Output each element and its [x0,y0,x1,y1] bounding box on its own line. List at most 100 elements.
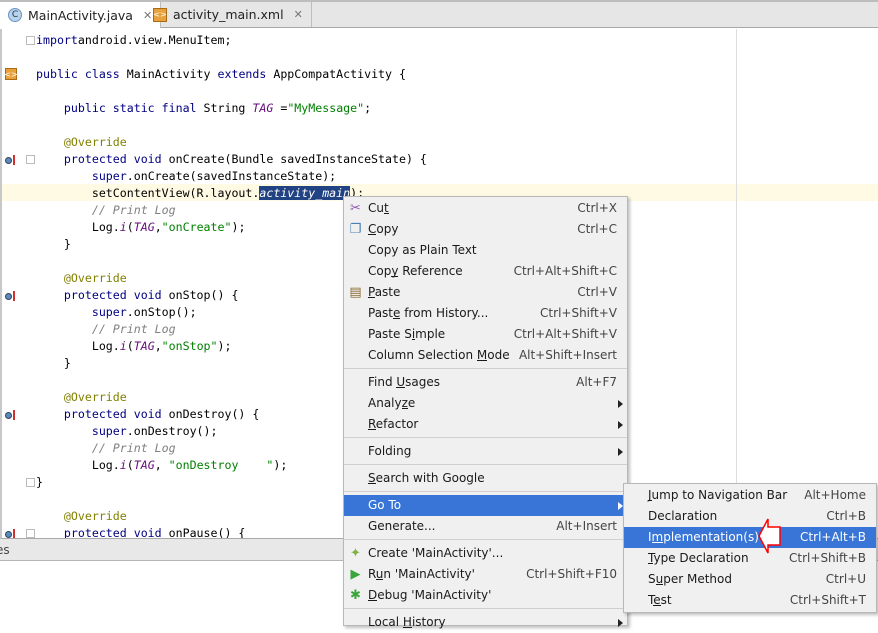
code-token: ( [126,220,134,234]
code-line[interactable]: } [36,236,71,253]
menu-item-search-with-google[interactable]: Search with Google [344,468,627,489]
code-line[interactable]: Log.i(TAG,"onCreate"); [36,219,246,236]
override-method-icon[interactable] [5,529,19,538]
fold-toggle-icon[interactable] [26,478,35,487]
code-token: android.view.MenuItem; [77,33,232,47]
code-line[interactable]: @Override [36,508,127,525]
menu-item-label: Run 'MainActivity' [368,567,475,581]
menu-item-column-selection-mode[interactable]: Column Selection Mode Alt+Shift+Insert [344,345,627,366]
code-line[interactable]: // Print Log [36,202,176,219]
fold-toggle-icon[interactable] [26,36,35,45]
menu-item-jump-to-navigation-bar[interactable]: Jump to Navigation Bar Alt+Home [624,485,876,506]
menu-item-shortcut: Ctrl+Shift+V [540,306,617,320]
menu-item-create-mainactivity[interactable]: ✦ Create 'MainActivity'... [344,543,627,564]
menu-item-debug-mainactivity[interactable]: ✱ Debug 'MainActivity' [344,585,627,606]
menu-item-paste-simple[interactable]: Paste Simple Ctrl+Alt+Shift+V [344,324,627,345]
code-line[interactable]: // Print Log [36,321,176,338]
code-token: "MyMessage" [287,101,365,115]
override-method-icon[interactable] [5,291,19,301]
layout-file-icon[interactable]: <> [4,68,18,80]
tool-window-label[interactable]: es [0,543,10,557]
menu-item-cut[interactable]: ✂ Cut Ctrl+X [344,198,627,219]
menu-item-generate[interactable]: Generate... Alt+Insert [344,516,627,537]
menu-item-shortcut: Alt+Home [804,488,866,502]
code-token: "onCreate" [161,220,232,234]
menu-item-super-method[interactable]: Super Method Ctrl+U [624,569,876,590]
code-token: onCreate(Bundle savedInstanceState) { [168,152,427,166]
code-line[interactable]: super.onCreate(savedInstanceState); [36,168,336,185]
menu-item-copy[interactable]: ❐ Copy Ctrl+C [344,219,627,240]
override-method-icon[interactable] [5,155,19,165]
menu-item-copy-reference[interactable]: Copy Reference Ctrl+Alt+Shift+C [344,261,627,282]
code-line[interactable]: super.onStop(); [36,304,197,321]
fold-toggle-icon[interactable] [26,529,35,538]
code-token: } [36,475,43,489]
menu-item-declaration[interactable]: Declaration Ctrl+B [624,506,876,527]
menu-item-label: Debug 'MainActivity' [368,588,492,602]
copy-icon: ❐ [349,222,362,237]
menu-item-label: Test [648,593,672,607]
code-line[interactable]: importandroid.view.MenuItem; [36,32,231,49]
menu-item-label: Column Selection Mode [368,348,510,362]
code-token: ); [217,339,232,353]
submenu-arrow-icon [618,400,623,408]
code-line[interactable]: } [36,474,43,491]
code-line[interactable]: @Override [36,134,127,151]
code-line[interactable]: } [36,355,71,372]
menu-item-shortcut: Ctrl+U [825,572,866,586]
submenu-arrow-icon [618,421,623,429]
code-line[interactable]: protected void onStop() { [36,287,239,304]
menu-item-label: Go To [368,498,402,512]
close-icon[interactable]: ✕ [294,8,303,21]
code-line[interactable]: protected void onCreate(Bundle savedInst… [36,151,427,168]
code-token: onDestroy() { [168,407,260,421]
code-line[interactable]: setContentView(R.layout.activity_main); [36,185,364,202]
menu-item-type-declaration[interactable]: Type Declaration Ctrl+Shift+B [624,548,876,569]
menu-item-run-mainactivity[interactable]: ▶ Run 'MainActivity' Ctrl+Shift+F10 [344,564,627,585]
code-line[interactable]: protected void onPause() { [36,525,245,538]
menu-item-find-usages[interactable]: Find Usages Alt+F7 [344,372,627,393]
tab-main-activity-java[interactable]: C MainActivity.java ✕ [0,2,162,28]
red-arrow-annotation [758,518,781,554]
menu-item-implementation-s[interactable]: Implementation(s) Ctrl+Alt+B [624,527,876,548]
code-token: } [36,237,71,251]
menu-item-copy-as-plain-text[interactable]: Copy as Plain Text [344,240,627,261]
code-line[interactable]: // Print Log [36,440,176,457]
code-line[interactable]: public static final String TAG ="MyMessa… [36,100,371,117]
menu-item-paste[interactable]: ▤ Paste Ctrl+V [344,282,627,303]
menu-item-test[interactable]: Test Ctrl+Shift+T [624,590,876,611]
menu-item-folding[interactable]: Folding [344,441,627,462]
menu-item-shortcut: Ctrl+Shift+B [789,551,866,565]
code-token: , [154,458,169,472]
menu-item-refactor[interactable]: Refactor [344,414,627,435]
code-line[interactable]: @Override [36,389,127,406]
code-line[interactable]: super.onDestroy(); [36,423,218,440]
code-line[interactable]: Log.i(TAG,"onStop"); [36,338,232,355]
code-token: Log. [36,458,120,472]
code-line[interactable]: protected void onDestroy() { [36,406,259,423]
menu-item-local-history[interactable]: Local History [344,612,627,633]
code-line[interactable]: @Override [36,270,127,287]
code-token: "onDestroy " [168,458,274,472]
override-method-icon[interactable] [5,410,19,420]
code-token: TAG [133,339,155,353]
menu-item-go-to[interactable]: Go To [344,495,627,516]
code-line[interactable]: public class MainActivity extends AppCom… [36,66,406,83]
selected-text: activity_main [259,186,351,200]
code-token: @Override [63,135,127,149]
menu-item-label: Cut [368,201,389,215]
code-token: , [154,339,162,353]
code-token: super [91,424,127,438]
fold-toggle-icon[interactable] [26,155,35,164]
tab-activity-main-xml[interactable]: <> activity_main.xml ✕ [145,2,312,27]
code-line[interactable]: Log.i(TAG, "onDestroy "); [36,457,288,474]
menu-item-paste-from-history[interactable]: Paste from History... Ctrl+Shift+V [344,303,627,324]
code-token: } [36,356,71,370]
code-token: import [36,33,78,47]
menu-item-analyze[interactable]: Analyze [344,393,627,414]
code-token: ); [273,458,288,472]
